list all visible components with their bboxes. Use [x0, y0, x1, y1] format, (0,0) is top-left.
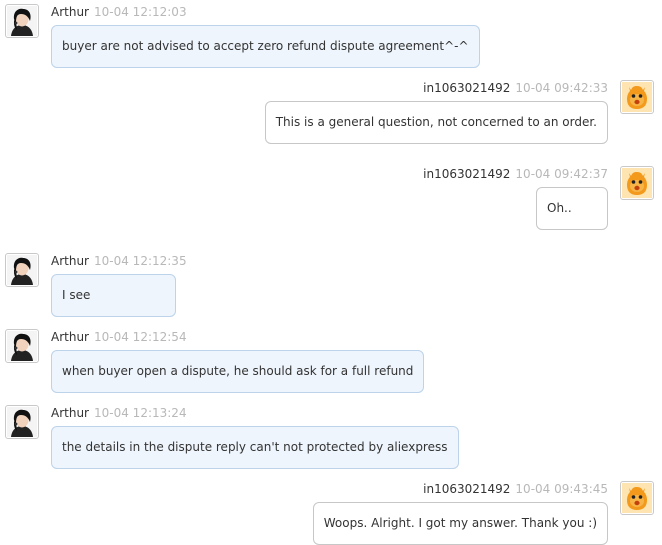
message-header: in1063021492 10-04 09:43:45 — [423, 482, 608, 496]
message-header: in1063021492 10-04 09:42:33 — [423, 81, 608, 95]
message-timestamp: 10-04 09:42:37 — [515, 167, 608, 181]
sender-name: in1063021492 — [423, 482, 511, 496]
sender-name: in1063021492 — [423, 167, 511, 181]
message-timestamp: 10-04 09:43:45 — [515, 482, 608, 496]
sender-name: Arthur — [51, 330, 89, 344]
sender-name: Arthur — [51, 254, 89, 268]
message-bubble: I see — [51, 274, 176, 317]
message-bubble: This is a general question, not concerne… — [264, 101, 608, 144]
message-timestamp: 10-04 12:12:54 — [94, 330, 187, 344]
message-header: Arthur 10-04 12:13:24 — [51, 406, 187, 420]
message-header: Arthur 10-04 12:12:54 — [51, 330, 187, 344]
agent-avatar-icon[interactable] — [5, 329, 39, 363]
sender-name: Arthur — [51, 406, 89, 420]
sender-name: Arthur — [51, 5, 89, 19]
message-bubble: Woops. Alright. I got my answer. Thank y… — [312, 502, 608, 545]
message-bubble: when buyer open a dispute, he should ask… — [51, 350, 425, 393]
chat-transcript: Arthur 10-04 12:12:03 buyer are not advis… — [0, 0, 662, 545]
agent-avatar-icon[interactable] — [5, 4, 39, 38]
message-timestamp: 10-04 12:12:03 — [94, 5, 187, 19]
message-timestamp: 10-04 12:12:35 — [94, 254, 187, 268]
message-timestamp: 10-04 09:42:33 — [515, 81, 608, 95]
message-bubble: the details in the dispute reply can't n… — [51, 426, 459, 469]
message-bubble: Oh.. — [536, 187, 608, 230]
message-header: in1063021492 10-04 09:42:37 — [423, 167, 608, 181]
orange-mascot-icon[interactable] — [620, 80, 654, 114]
message-header: Arthur 10-04 12:12:03 — [51, 5, 187, 19]
message-bubble: buyer are not advised to accept zero ref… — [51, 25, 480, 68]
orange-mascot-icon[interactable] — [620, 481, 654, 515]
agent-avatar-icon[interactable] — [5, 253, 39, 287]
message-header: Arthur 10-04 12:12:35 — [51, 254, 187, 268]
orange-mascot-icon[interactable] — [620, 166, 654, 200]
agent-avatar-icon[interactable] — [5, 405, 39, 439]
message-timestamp: 10-04 12:13:24 — [94, 406, 187, 420]
sender-name: in1063021492 — [423, 81, 511, 95]
